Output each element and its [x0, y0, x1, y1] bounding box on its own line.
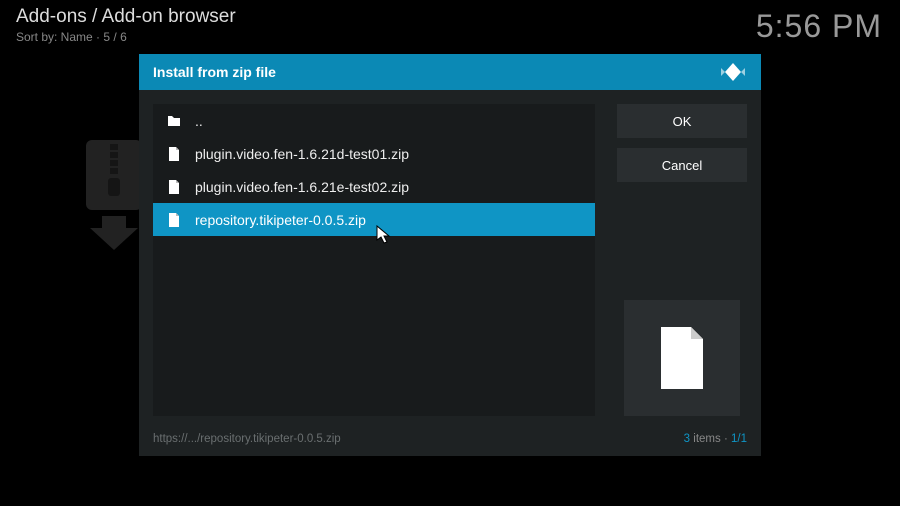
footer-item-count: 3 [684, 433, 690, 445]
install-zip-dialog: Install from zip file .. plugin.video.fen… [139, 54, 761, 456]
folder-icon [167, 113, 181, 129]
file-icon [167, 146, 181, 162]
clock: 5:56 PM [756, 8, 882, 45]
file-row[interactable]: plugin.video.fen-1.6.21d-test01.zip [153, 137, 595, 170]
file-name: repository.tikipeter-0.0.5.zip [195, 212, 366, 228]
ok-button[interactable]: OK [617, 104, 747, 138]
file-name: .. [195, 113, 203, 129]
file-icon [657, 327, 707, 389]
footer-count: 3 items · 1/1 [684, 433, 747, 445]
footer-path: https://.../repository.tikipeter-0.0.5.z… [153, 433, 341, 445]
dialog-titlebar: Install from zip file [139, 54, 761, 90]
sort-count: 5 / 6 [103, 30, 126, 44]
file-row[interactable]: .. [153, 104, 595, 137]
sort-info: Sort by: Name · 5 / 6 [16, 30, 127, 44]
breadcrumb: Add-ons / Add-on browser [16, 6, 236, 28]
file-icon [167, 179, 181, 195]
file-row[interactable]: repository.tikipeter-0.0.5.zip [153, 203, 595, 236]
file-name: plugin.video.fen-1.6.21e-test02.zip [195, 179, 409, 195]
cancel-button[interactable]: Cancel [617, 148, 747, 182]
kodi-logo-icon [719, 61, 747, 83]
file-name: plugin.video.fen-1.6.21d-test01.zip [195, 146, 409, 162]
footer-page: 1/1 [731, 433, 747, 445]
file-icon [167, 212, 181, 228]
dialog-title-text: Install from zip file [153, 64, 276, 80]
file-preview [624, 300, 740, 416]
file-row[interactable]: plugin.video.fen-1.6.21e-test02.zip [153, 170, 595, 203]
file-list[interactable]: .. plugin.video.fen-1.6.21d-test01.zip plu… [153, 104, 595, 416]
sort-label: Sort by: Name [16, 30, 93, 44]
